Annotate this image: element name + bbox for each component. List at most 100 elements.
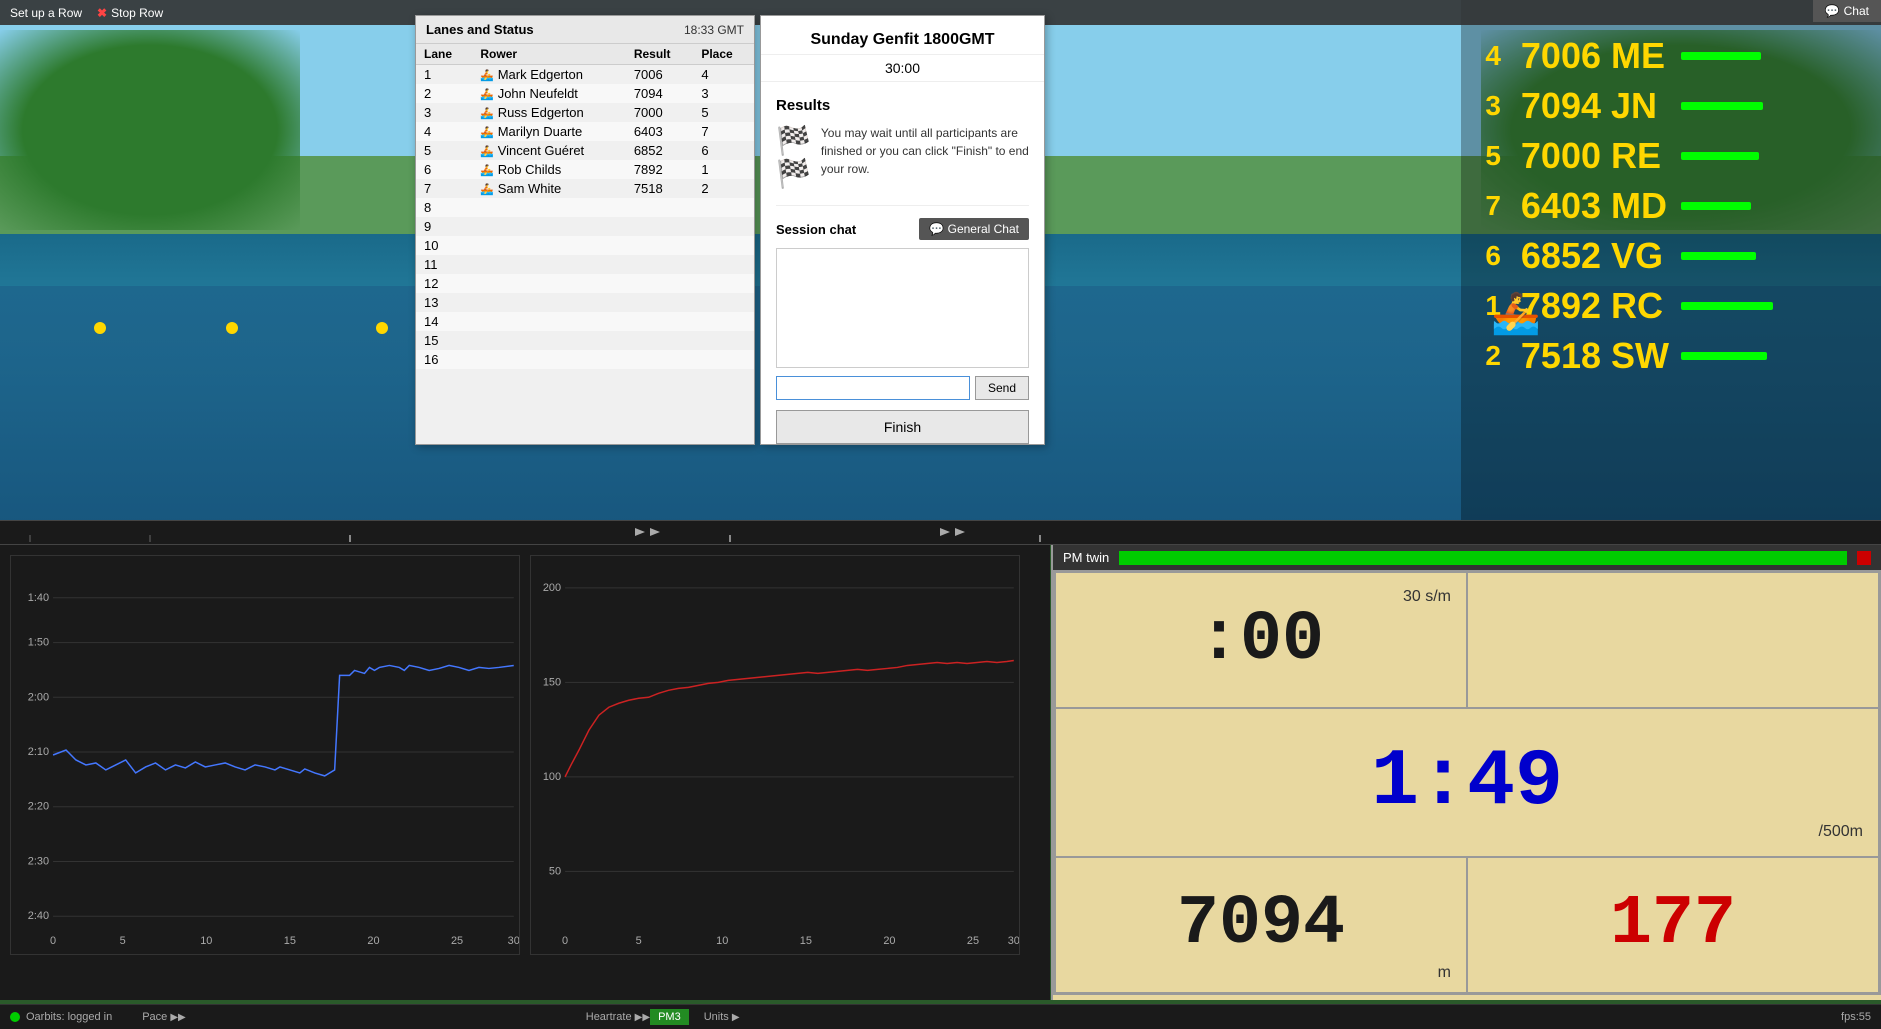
rower-cell (472, 236, 625, 255)
result-cell: 6852 (626, 141, 693, 160)
place-cell: 3 (693, 84, 754, 103)
table-row: 11 (416, 255, 754, 274)
rower-cell (472, 293, 625, 312)
svg-text:25: 25 (451, 935, 463, 947)
lb-score-1: 7006 (1511, 35, 1601, 77)
lb-score-4: 6403 (1511, 185, 1601, 227)
lb-bar-4 (1681, 202, 1751, 210)
lane-cell: 10 (416, 236, 472, 255)
chat-tab[interactable]: 💬 Chat (1813, 0, 1881, 22)
lane-cell: 15 (416, 331, 472, 350)
results-description: You may wait until all participants are … (821, 124, 1029, 178)
pace-arrows[interactable]: ▶▶ (170, 1012, 185, 1023)
results-title: Sunday Genfit 1800GMT (761, 16, 1044, 55)
rower-cell (472, 255, 625, 274)
leaderboard-row: 4 7006 ME (1471, 35, 1871, 77)
result-cell: 6403 (626, 122, 693, 141)
pm-pace-value: 1:49 (1371, 737, 1563, 828)
result-cell (626, 255, 693, 274)
place-cell: 4 (693, 65, 754, 85)
pm-spm-unit: s/m (1425, 588, 1451, 605)
pm-time-value: :00 (1198, 601, 1324, 680)
chat-section: Session chat 💬 General Chat Send (776, 205, 1029, 400)
units-arrows[interactable]: ▶ (732, 1012, 740, 1023)
place-cell (693, 350, 754, 369)
lb-score-5: 6852 (1511, 235, 1601, 277)
place-cell (693, 293, 754, 312)
stop-row-button[interactable]: ✖ Stop Row (97, 6, 163, 20)
svg-text:30: 30 (508, 935, 519, 947)
table-row: 9 (416, 217, 754, 236)
svg-text:0: 0 (50, 935, 56, 947)
rower-cell (472, 198, 625, 217)
lanes-table: Lane Rower Result Place 1 🚣 Mark Edgerto… (416, 44, 754, 369)
units-label[interactable]: Units ▶ (704, 1011, 740, 1023)
table-row: 2 🚣 John Neufeldt 7094 3 (416, 84, 754, 103)
chat-input[interactable] (776, 376, 970, 400)
lb-initials-4: MD (1611, 185, 1671, 227)
lane-cell: 8 (416, 198, 472, 217)
finish-button[interactable]: Finish (776, 410, 1029, 444)
lanes-header: Lanes and Status 18:33 GMT (416, 16, 754, 44)
general-chat-button[interactable]: 💬 General Chat (919, 218, 1029, 240)
rower-cell (472, 312, 625, 331)
rower-character: 🚣 (1491, 290, 1541, 337)
place-cell (693, 217, 754, 236)
pm-panel-header: PM twin (1053, 545, 1881, 570)
svg-text:2:30: 2:30 (28, 855, 49, 867)
table-row: 10 (416, 236, 754, 255)
pm-pace-cell: 1:49 /500m (1055, 708, 1879, 856)
result-cell (626, 293, 693, 312)
svg-text:10: 10 (716, 935, 728, 947)
svg-text:1:50: 1:50 (28, 637, 49, 649)
pm-panel-title: PM twin (1063, 550, 1109, 565)
svg-text:15: 15 (284, 935, 296, 947)
rower-cell (472, 350, 625, 369)
bottom-charts-area: 1:40 1:50 2:00 2:10 2:20 2:30 2:40 0 5 1… (0, 545, 1050, 1000)
pm-grid: :00 30 s/m 1:49 /500m 7094 m 177 (1053, 570, 1881, 995)
svg-text:1:40: 1:40 (28, 592, 49, 604)
send-button[interactable]: Send (975, 376, 1029, 400)
timeline-svg (0, 520, 1050, 545)
svg-text:20: 20 (883, 935, 895, 947)
result-cell: 7006 (626, 65, 693, 85)
trees-left (0, 30, 300, 230)
heartrate-label: Heartrate ▶▶ (586, 1011, 650, 1023)
chat-input-row: Send (776, 376, 1029, 400)
lane-cell: 4 (416, 122, 472, 141)
place-cell: 7 (693, 122, 754, 141)
lb-bar-6 (1681, 302, 1773, 310)
leaderboard-row: 3 7094 JN (1471, 85, 1871, 127)
session-chat-label: Session chat (776, 222, 856, 237)
col-lane: Lane (416, 44, 472, 65)
pm-signal-bar (1119, 551, 1847, 565)
table-row: 5 🚣 Vincent Guéret 6852 6 (416, 141, 754, 160)
chat-header: Session chat 💬 General Chat (776, 218, 1029, 240)
place-cell (693, 198, 754, 217)
lb-initials-2: JN (1611, 85, 1671, 127)
table-row: 12 (416, 274, 754, 293)
lb-score-2: 7094 (1511, 85, 1601, 127)
lb-place-4: 7 (1471, 190, 1501, 222)
heartrate-arrows[interactable]: ▶▶ (635, 1012, 650, 1023)
result-cell: 7000 (626, 103, 693, 122)
lane-cell: 14 (416, 312, 472, 331)
svg-text:15: 15 (800, 935, 812, 947)
svg-text:2:20: 2:20 (28, 801, 49, 813)
heartrate-chart-svg: 200 150 100 50 0 5 10 15 20 25 30 (531, 556, 1019, 954)
setup-row-link[interactable]: Set up a Row (10, 6, 82, 20)
pm-meters-value: 7094 (1177, 885, 1345, 964)
svg-text:100: 100 (543, 771, 561, 783)
result-cell (626, 312, 693, 331)
col-rower: Rower (472, 44, 625, 65)
lanes-title: Lanes and Status (426, 22, 534, 37)
svg-text:50: 50 (549, 865, 561, 877)
rower-cell: 🚣 Rob Childs (472, 160, 625, 179)
pm-twin-panel: PM twin :00 30 s/m 1:49 /500m 7094 m 177 (1051, 545, 1881, 1000)
connection-indicator (10, 1012, 20, 1022)
chat-icon: 💬 (1825, 4, 1840, 18)
chart-container: 1:40 1:50 2:00 2:10 2:20 2:30 2:40 0 5 1… (0, 545, 1050, 965)
lane-cell: 5 (416, 141, 472, 160)
lb-bar-2 (1681, 102, 1763, 110)
lane-cell: 1 (416, 65, 472, 85)
